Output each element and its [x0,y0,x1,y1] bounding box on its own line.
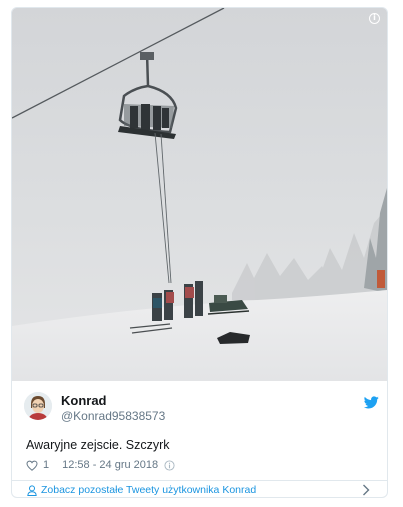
tweet-timestamp[interactable]: 12:58 - 24 gru 2018 [62,459,158,471]
person-icon [27,484,37,496]
tweet-photo[interactable]: i [12,8,387,381]
chevron-right-icon[interactable] [362,484,370,496]
author-handle[interactable]: @Konrad95838573 [61,409,165,423]
tweet-meta: 1 12:58 - 24 gru 2018 [26,458,175,472]
avatar-image [24,392,52,420]
info-icon[interactable] [164,459,175,471]
tweet-embed-card: i Konrad @Konrad95838573 Awaryjne zejsci… [11,7,388,498]
avatar[interactable] [24,392,52,420]
tweet-author: Konrad @Konrad95838573 [24,392,379,424]
author-name[interactable]: Konrad [61,393,107,408]
more-tweets-label[interactable]: Zobacz pozostałe Tweety użytkownika Konr… [41,484,256,496]
ski-lift-rescue-photo [12,8,387,381]
more-tweets-link[interactable]: Zobacz pozostałe Tweety użytkownika Konr… [12,481,387,497]
tweet-text: Awaryjne zejscie. Szczyrk [26,438,170,452]
like-count: 1 [43,459,50,471]
heart-icon[interactable] [26,460,38,471]
twitter-bird-icon[interactable] [364,396,379,409]
info-icon[interactable]: i [369,13,380,24]
